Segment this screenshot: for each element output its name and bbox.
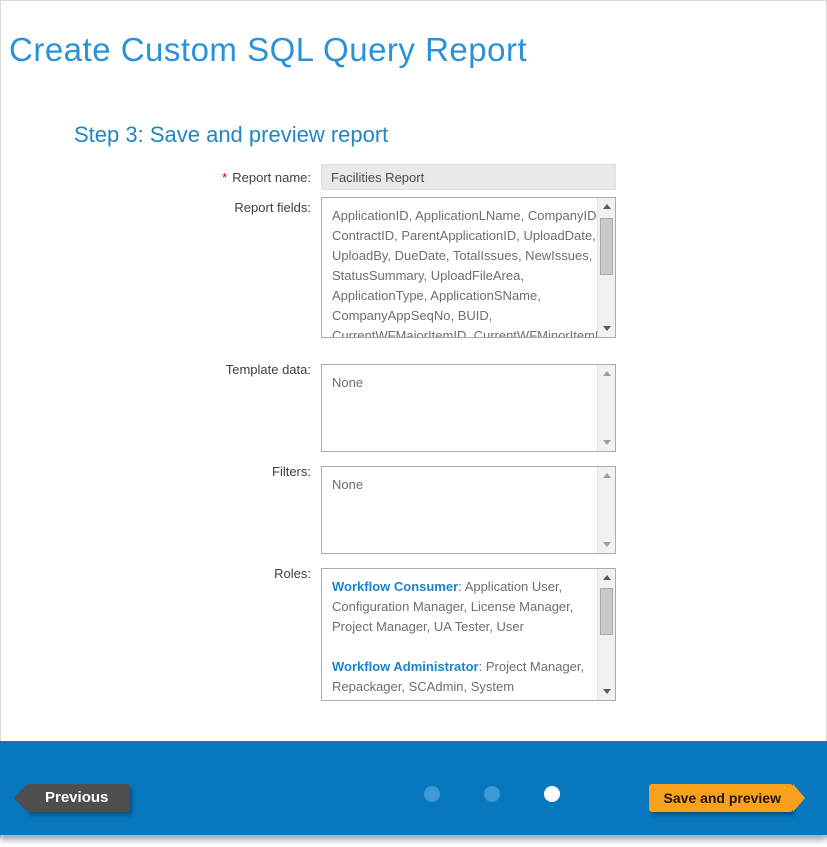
- template-data-label: Template data:: [1, 362, 311, 377]
- report-field-line: CurrentWFMajorItemID, CurrentWFMinorItem…: [332, 326, 594, 337]
- create-report-page: Create Custom SQL Query Report Step 3: S…: [0, 0, 827, 838]
- report-fields-box[interactable]: ApplicationID, ApplicationLName, Company…: [321, 197, 616, 338]
- roles-content: Workflow Consumer: Application User, Con…: [322, 569, 598, 700]
- role-group: Workflow Consumer: Application User, Con…: [332, 577, 594, 637]
- step-dot-2[interactable]: [484, 786, 500, 802]
- role-name: Workflow Administrator: [332, 659, 479, 674]
- role-group: Workflow Administrator: Project Manager,…: [332, 657, 594, 700]
- report-name-label-text: Report name:: [232, 170, 311, 185]
- step-dot-1[interactable]: [424, 786, 440, 802]
- step-heading: Step 3: Save and preview report: [74, 122, 388, 148]
- role-name: Workflow Consumer: [332, 579, 458, 594]
- report-fields-scrollbar[interactable]: [597, 198, 615, 337]
- step-indicator: [424, 786, 560, 802]
- report-name-input[interactable]: [321, 164, 616, 190]
- filters-scrollbar[interactable]: [597, 467, 615, 553]
- template-data-box[interactable]: None: [321, 364, 616, 452]
- required-marker: *: [222, 170, 227, 185]
- wizard-footer-bar: Previous Save and preview: [0, 741, 827, 835]
- step-dot-3[interactable]: [544, 786, 560, 802]
- scroll-up-icon[interactable]: [598, 569, 615, 586]
- report-fields-content: ApplicationID, ApplicationLName, Company…: [322, 198, 598, 337]
- scrollbar-thumb[interactable]: [600, 588, 613, 635]
- scroll-down-icon[interactable]: [598, 683, 615, 700]
- filters-content: None: [322, 467, 598, 553]
- scroll-up-icon[interactable]: [598, 365, 615, 382]
- report-fields-label: Report fields:: [1, 200, 311, 215]
- scroll-down-icon[interactable]: [598, 320, 615, 337]
- scroll-up-icon[interactable]: [598, 467, 615, 484]
- report-field-line: CompanyAppSeqNo, BUID,: [332, 306, 594, 326]
- template-data-content: None: [322, 365, 598, 451]
- report-field-line: ApplicationType, ApplicationSName,: [332, 286, 594, 306]
- template-data-scrollbar[interactable]: [597, 365, 615, 451]
- filters-label: Filters:: [1, 464, 311, 479]
- report-field-line: UploadBy, DueDate, TotalIssues, NewIssue…: [332, 246, 594, 266]
- report-name-label: * Report name:: [1, 170, 311, 185]
- roles-scrollbar[interactable]: [597, 569, 615, 700]
- page-title: Create Custom SQL Query Report: [9, 31, 527, 69]
- scrollbar-thumb[interactable]: [600, 218, 613, 275]
- scroll-down-icon[interactable]: [598, 434, 615, 451]
- scroll-up-icon[interactable]: [598, 198, 615, 215]
- report-field-line: ContractID, ParentApplicationID, UploadD…: [332, 226, 594, 246]
- save-and-preview-button[interactable]: Save and preview: [649, 784, 793, 812]
- scroll-down-icon[interactable]: [598, 536, 615, 553]
- roles-label: Roles:: [1, 566, 311, 581]
- roles-box[interactable]: Workflow Consumer: Application User, Con…: [321, 568, 616, 701]
- previous-button[interactable]: Previous: [27, 784, 130, 812]
- report-field-line: ApplicationID, ApplicationLName, Company…: [332, 206, 594, 226]
- report-field-line: StatusSummary, UploadFileArea,: [332, 266, 594, 286]
- filters-box[interactable]: None: [321, 466, 616, 554]
